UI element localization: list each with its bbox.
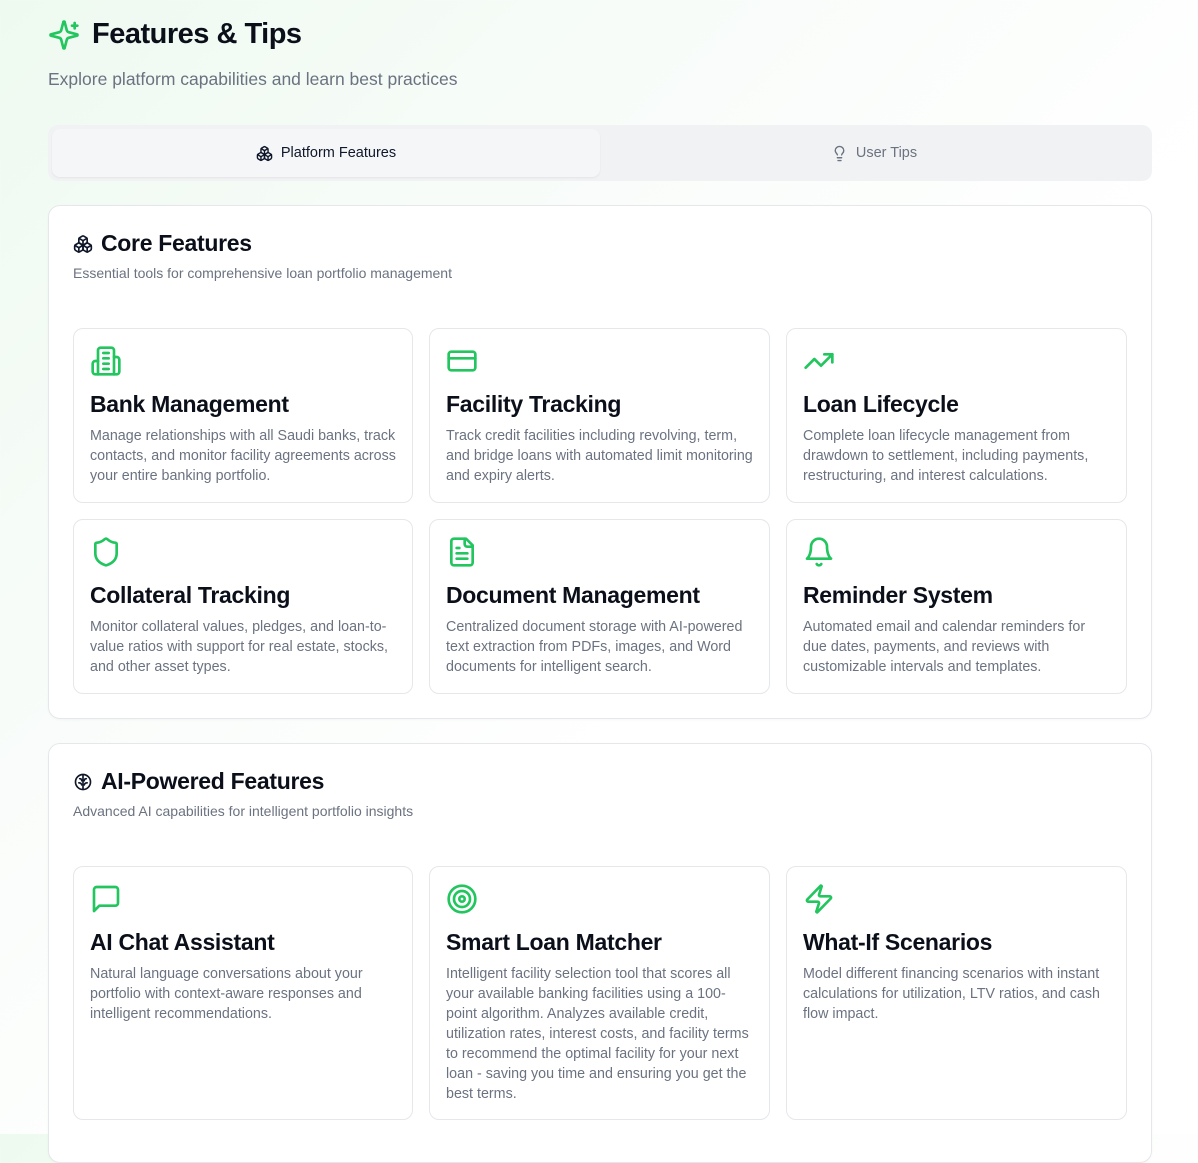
boxes-icon: [256, 145, 273, 161]
page-subtitle: Explore platform capabilities and learn …: [48, 69, 458, 89]
tab-label: Platform Features: [280, 145, 397, 161]
tab-label: User Tips: [855, 145, 918, 161]
core-features-card: Core Features Essential tools for compre…: [48, 205, 1152, 719]
sparkles-icon: [49, 19, 79, 50]
feature-title: Collateral Tracking: [90, 582, 291, 608]
file-text-icon: [450, 537, 474, 567]
card-description: Advanced AI capabilities for intelligent…: [73, 803, 414, 819]
lightbulb-icon: [834, 145, 845, 161]
feature-description: Intelligent facility selection tool that…: [446, 966, 749, 1102]
feature-title: Loan Lifecycle: [803, 391, 959, 417]
feature-title: Facility Tracking: [446, 391, 622, 417]
tab-user-tips[interactable]: User Tips: [600, 129, 1148, 177]
feature-title: Reminder System: [803, 582, 993, 608]
boxes-icon: [73, 234, 93, 253]
card-title: Core Features: [73, 230, 452, 257]
credit-card-icon: [447, 350, 477, 372]
feature-ai-chat-assistant: AI Chat Assistant Natural language conve…: [73, 866, 413, 1120]
page-title: Features & Tips: [92, 18, 302, 50]
feature-description: Centralized document storage with AI-pow…: [446, 619, 743, 675]
page-header: Features & Tips: [48, 18, 302, 51]
feature-title: AI Chat Assistant: [90, 929, 275, 955]
message-square-icon: [92, 885, 120, 913]
feature-title: Document Management: [446, 582, 700, 608]
feature-loan-lifecycle: Loan Lifecycle Complete loan lifecycle m…: [786, 328, 1127, 503]
brain-icon: [74, 773, 92, 790]
feature-description: Monitor collateral values, pledges, and …: [90, 619, 388, 675]
feature-title: Smart Loan Matcher: [446, 929, 662, 955]
feature-grid: AI Chat Assistant Natural language conve…: [73, 866, 1128, 1120]
feature-description: Track credit facilities including revolv…: [446, 428, 753, 484]
feature-document-management: Document Management Centralized document…: [429, 519, 770, 694]
feature-what-if-scenarios: What-If Scenarios Model different financ…: [786, 866, 1127, 1120]
zap-icon: [805, 884, 833, 914]
card-title-text: Core Features: [101, 230, 252, 256]
bell-icon: [805, 537, 833, 567]
feature-title: What-If Scenarios: [803, 929, 993, 955]
card-title-text: AI-Powered Features: [101, 768, 325, 794]
tab-list: Platform Features User Tips: [48, 125, 1152, 181]
trending-up-icon: [804, 353, 834, 369]
feature-collateral-tracking: Collateral Tracking Monitor collateral v…: [73, 519, 413, 694]
feature-bank-management: Bank Management Manage relationships wit…: [73, 328, 413, 503]
feature-description: Complete loan lifecycle management from …: [803, 428, 1089, 484]
ai-features-card: AI-Powered Features Advanced AI capabili…: [48, 743, 1152, 1163]
feature-description: Natural language conversations about you…: [90, 966, 363, 1022]
feature-facility-tracking: Facility Tracking Track credit facilitie…: [429, 328, 770, 503]
card-description: Essential tools for comprehensive loan p…: [73, 265, 452, 281]
building-icon: [91, 346, 121, 376]
feature-reminder-system: Reminder System Automated email and cale…: [786, 519, 1127, 694]
shield-icon: [94, 537, 118, 567]
feature-description: Automated email and calendar reminders f…: [803, 619, 1086, 675]
feature-description: Manage relationships with all Saudi bank…: [90, 428, 396, 484]
feature-grid: Bank Management Manage relationships wit…: [73, 328, 1128, 694]
feature-title: Bank Management: [90, 391, 289, 417]
feature-smart-loan-matcher: Smart Loan Matcher Intelligent facility …: [429, 866, 770, 1120]
feature-description: Model different financing scenarios with…: [803, 966, 1100, 1022]
card-title: AI-Powered Features: [73, 768, 413, 795]
tab-platform-features[interactable]: Platform Features: [52, 129, 600, 177]
target-icon: [447, 884, 477, 914]
